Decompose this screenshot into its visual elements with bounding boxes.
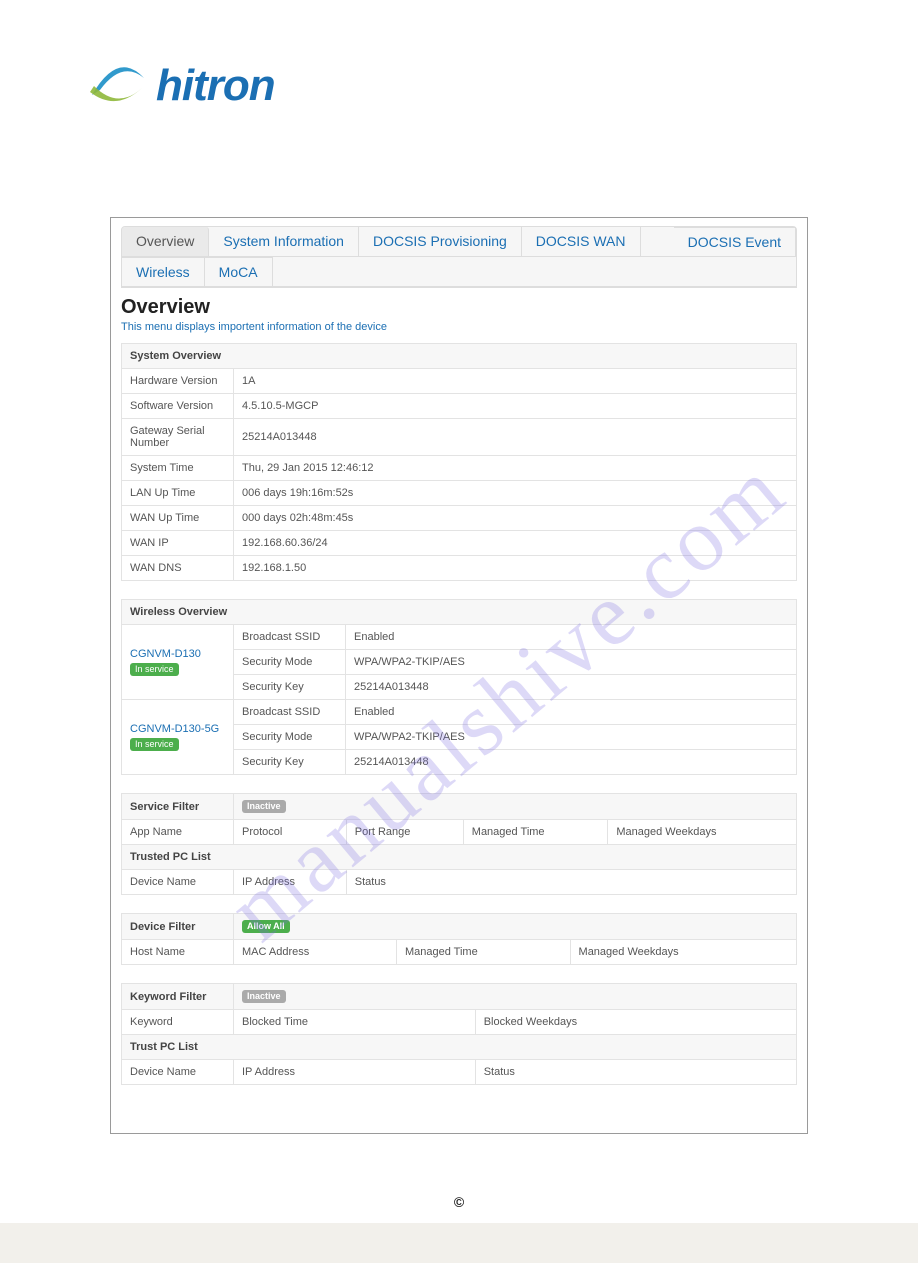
tab-system-information[interactable]: System Information xyxy=(209,227,359,257)
sw-version-label: Software Version xyxy=(122,394,234,419)
service-filter-badge: Inactive xyxy=(242,800,286,813)
sf-h0: App Name xyxy=(122,820,234,845)
tab-wireless[interactable]: Wireless xyxy=(122,257,205,287)
sf-h3: Managed Time xyxy=(463,820,608,845)
wanup-value: 000 days 02h:48m:45s xyxy=(234,506,797,531)
sf-h4: Managed Weekdays xyxy=(608,820,797,845)
wifi-0-secmode-label: Security Mode xyxy=(234,650,346,675)
wifi-1-bssid-label: Broadcast SSID xyxy=(234,700,346,725)
df-h2: Managed Time xyxy=(396,940,570,965)
lanup-label: LAN Up Time xyxy=(122,481,234,506)
kf-h0: Keyword xyxy=(122,1010,234,1035)
logo-swoosh-icon xyxy=(82,60,154,112)
systime-value: Thu, 29 Jan 2015 12:46:12 xyxy=(234,456,797,481)
system-overview-table: System Overview Hardware Version1A Softw… xyxy=(121,343,797,581)
kf-h1: Blocked Time xyxy=(234,1010,476,1035)
content-panel: manualshive.com Overview System Informat… xyxy=(110,217,808,1134)
systime-label: System Time xyxy=(122,456,234,481)
df-h1: MAC Address xyxy=(234,940,397,965)
keyword-filter-badge: Inactive xyxy=(242,990,286,1003)
system-overview-title: System Overview xyxy=(122,344,797,369)
sw-version-value: 4.5.10.5-MGCP xyxy=(234,394,797,419)
wifi-1-secmode-label: Security Mode xyxy=(234,725,346,750)
lanup-value: 006 days 19h:16m:52s xyxy=(234,481,797,506)
tpc-h0: Device Name xyxy=(122,870,234,895)
service-filter-badge-cell: Inactive xyxy=(234,794,797,820)
tpc-h2: Status xyxy=(346,870,796,895)
df-h3: Managed Weekdays xyxy=(570,940,796,965)
device-filter-badge: Allow All xyxy=(242,920,290,933)
hw-version-value: 1A xyxy=(234,369,797,394)
wifi-1-cell: CGNVM-D130-5G In service xyxy=(122,700,234,775)
service-filter-table: Service Filter Inactive App Name Protoco… xyxy=(121,793,797,895)
tab-docsis-wan[interactable]: DOCSIS WAN xyxy=(522,227,641,257)
tab-docsis-event[interactable]: DOCSIS Event xyxy=(674,227,796,257)
kf-h2: Blocked Weekdays xyxy=(475,1010,796,1035)
kf-tpc-h0: Device Name xyxy=(122,1060,234,1085)
wifi-0-seckey-value: 25214A013448 xyxy=(346,675,797,700)
keyword-filter-table: Keyword Filter Inactive Keyword Blocked … xyxy=(121,983,797,1085)
service-filter-title: Service Filter xyxy=(122,794,234,820)
header: hitron xyxy=(0,0,918,137)
wifi-1-seckey-value: 25214A013448 xyxy=(346,750,797,775)
wifi-1-bssid-value: Enabled xyxy=(346,700,797,725)
wifi-1-status-badge: In service xyxy=(130,738,179,751)
wifi-0-cell: CGNVM-D130 In service xyxy=(122,625,234,700)
page-title: Overview xyxy=(121,296,797,319)
sf-h1: Protocol xyxy=(234,820,347,845)
keyword-filter-title: Keyword Filter xyxy=(122,984,234,1010)
wandns-label: WAN DNS xyxy=(122,556,234,581)
wifi-1-secmode-value: WPA/WPA2-TKIP/AES xyxy=(346,725,797,750)
wifi-0-bssid-label: Broadcast SSID xyxy=(234,625,346,650)
device-filter-table: Device Filter Allow All Host Name MAC Ad… xyxy=(121,913,797,965)
keyword-filter-badge-cell: Inactive xyxy=(234,984,797,1010)
hw-version-label: Hardware Version xyxy=(122,369,234,394)
footer-bar xyxy=(0,1223,918,1263)
wifi-0-secmode-value: WPA/WPA2-TKIP/AES xyxy=(346,650,797,675)
sf-h2: Port Range xyxy=(346,820,463,845)
tab-docsis-provisioning[interactable]: DOCSIS Provisioning xyxy=(359,227,522,257)
page-subtitle: This menu displays importent information… xyxy=(121,321,797,333)
tab-overview[interactable]: Overview xyxy=(122,227,209,257)
wifi-1-seckey-label: Security Key xyxy=(234,750,346,775)
wifi-0-seckey-label: Security Key xyxy=(234,675,346,700)
kf-tpc-h1: IP Address xyxy=(234,1060,476,1085)
wireless-overview-title: Wireless Overview xyxy=(122,600,797,625)
device-filter-title: Device Filter xyxy=(122,914,234,940)
brand-logo: hitron xyxy=(82,60,275,112)
trusted-pc-title: Trusted PC List xyxy=(122,845,797,870)
tab-moca[interactable]: MoCA xyxy=(205,257,273,287)
trust-pc-title: Trust PC List xyxy=(122,1035,797,1060)
kf-tpc-h2: Status xyxy=(475,1060,796,1085)
wifi-1-ssid: CGNVM-D130-5G xyxy=(130,723,225,735)
serial-label: Gateway Serial Number xyxy=(122,419,234,456)
wanup-label: WAN Up Time xyxy=(122,506,234,531)
device-filter-badge-cell: Allow All xyxy=(234,914,797,940)
wandns-value: 192.168.1.50 xyxy=(234,556,797,581)
wireless-overview-table: Wireless Overview CGNVM-D130 In service … xyxy=(121,599,797,775)
copyright-symbol: © xyxy=(0,1194,918,1210)
tab-bar: Overview System Information DOCSIS Provi… xyxy=(121,226,797,288)
wanip-label: WAN IP xyxy=(122,531,234,556)
logo-text: hitron xyxy=(156,61,275,111)
wanip-value: 192.168.60.36/24 xyxy=(234,531,797,556)
wifi-0-bssid-value: Enabled xyxy=(346,625,797,650)
serial-value: 25214A013448 xyxy=(234,419,797,456)
wifi-0-status-badge: In service xyxy=(130,663,179,676)
wifi-0-ssid: CGNVM-D130 xyxy=(130,648,225,660)
tpc-h1: IP Address xyxy=(234,870,347,895)
df-h0: Host Name xyxy=(122,940,234,965)
